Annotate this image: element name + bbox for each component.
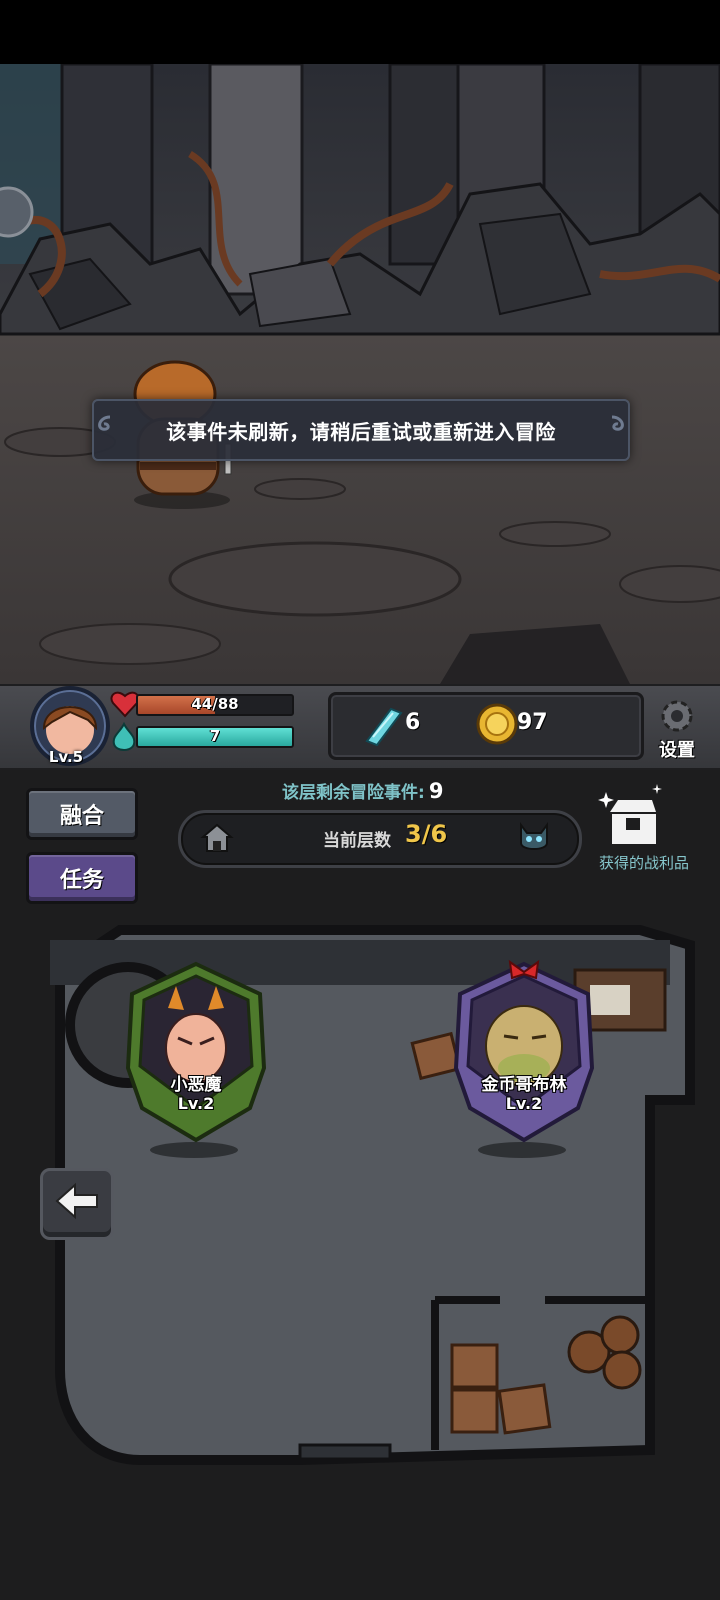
loot-label[interactable]: 获得的战利品 — [588, 852, 700, 873]
enemy-card-gold-goblin[interactable]: 金币哥布林 Lv.2 — [446, 958, 602, 1158]
back-button[interactable] — [40, 1168, 114, 1240]
merge-button[interactable]: 融合 — [26, 788, 138, 840]
resource-panel: 6 97 — [328, 692, 644, 760]
current-floor-value: 3/6 — [405, 820, 448, 848]
gold-coin-icon — [476, 703, 518, 745]
task-button[interactable]: 任务 — [26, 852, 138, 904]
gold-goblin-badge-icon — [453, 959, 595, 1158]
enemy-level: Lv.2 — [177, 1094, 215, 1113]
enemy-level: Lv.2 — [505, 1094, 543, 1113]
gear-icon — [661, 700, 693, 732]
house-icon — [200, 823, 234, 852]
remaining-events-label: 该层剩余冒险事件: — [282, 783, 425, 803]
toast-message-box: 该事件未刷新，请稍后重试或重新进入冒险 — [92, 399, 630, 461]
crystal-count: 6 — [405, 710, 421, 735]
remaining-events: 该层剩余冒险事件: 9 — [282, 778, 443, 803]
mp-bar: 7 — [136, 726, 294, 748]
enemy-card-imp[interactable]: 小恶魔 Lv.2 — [118, 958, 274, 1158]
status-bar — [0, 0, 720, 64]
mana-potion-icon — [112, 722, 136, 751]
player-level: Lv.5 — [48, 748, 84, 766]
hp-bar: 44/88 — [136, 694, 294, 716]
treasure-chest-icon[interactable] — [596, 784, 666, 850]
gold-count: 97 — [517, 710, 548, 735]
dungeon-scene: 该事件未刷新，请稍后重试或重新进入冒险 — [0, 64, 720, 684]
enemy-name: 小恶魔 — [170, 1075, 222, 1095]
crystal-icon — [365, 707, 403, 747]
enemy-name: 金币哥布林 — [481, 1075, 567, 1095]
demon-head-icon — [520, 822, 548, 850]
hp-text: 44/88 — [191, 695, 239, 713]
back-arrow-icon — [55, 1182, 98, 1220]
mp-text: 7 — [209, 727, 221, 745]
settings-label[interactable]: 设置 — [648, 736, 706, 762]
toast-text: 该事件未刷新，请稍后重试或重新进入冒险 — [166, 419, 556, 444]
current-floor-label: 当前层数 — [323, 831, 391, 851]
scene-background — [0, 64, 720, 684]
floor-progress-bar: 当前层数 3/6 — [178, 810, 582, 868]
scroll-curl-left-icon — [98, 415, 111, 431]
scroll-curl-right-icon — [611, 415, 624, 431]
imp-badge-icon — [125, 961, 267, 1158]
remaining-events-count: 9 — [428, 779, 444, 803]
